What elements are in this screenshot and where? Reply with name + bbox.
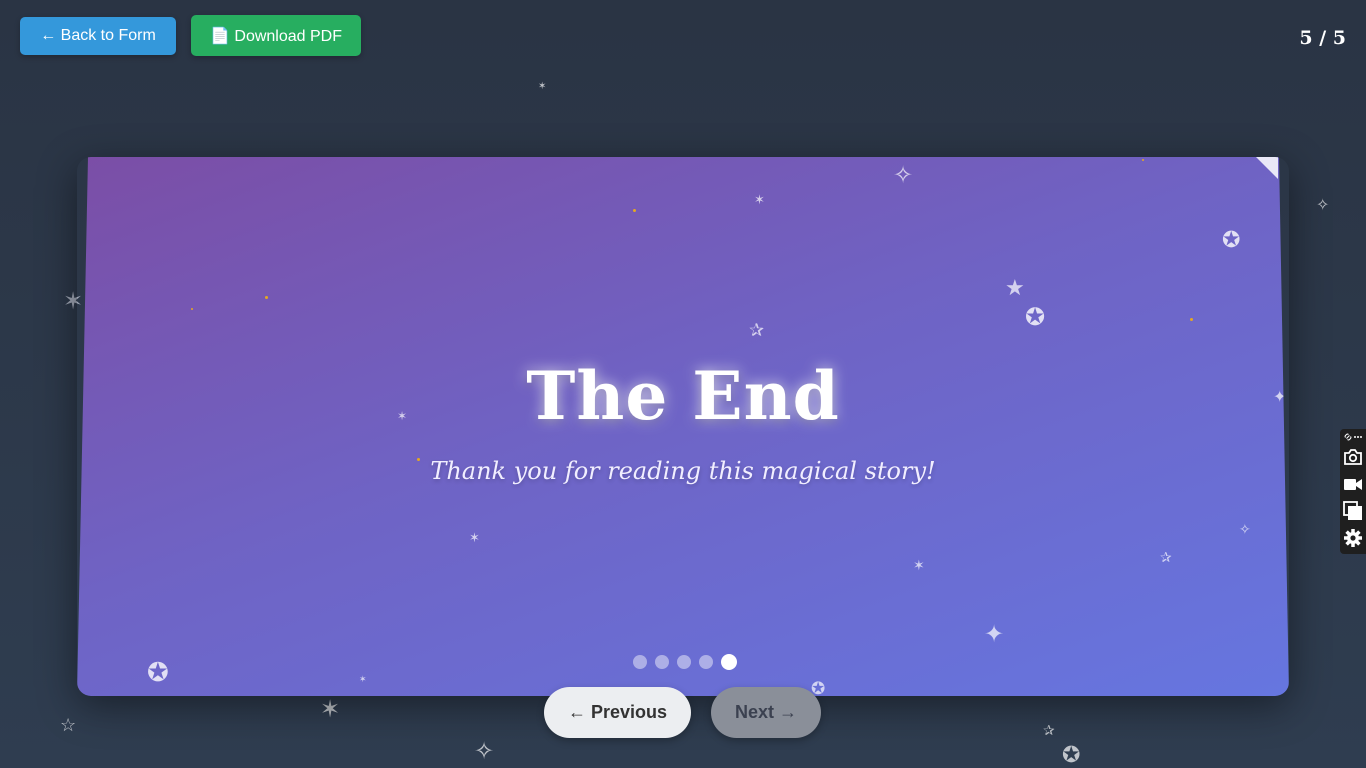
- star-decoration: ✰: [1160, 549, 1172, 565]
- pagination-dot-5[interactable]: [721, 654, 737, 670]
- pagination-dot-1[interactable]: [633, 655, 647, 669]
- previous-button[interactable]: ← Previous: [544, 687, 691, 738]
- back-to-form-button[interactable]: ← Back to Form: [20, 17, 176, 55]
- slide-pagination-dots: [633, 654, 737, 670]
- glow-mote: [265, 296, 268, 299]
- star-decoration: ✧: [1316, 197, 1330, 214]
- next-button[interactable]: Next →: [711, 687, 821, 738]
- slide-subtitle: Thank you for reading this magical story…: [430, 457, 936, 485]
- star-decoration: ✪: [1222, 227, 1241, 252]
- star-decoration: ✪: [1062, 742, 1081, 767]
- star-decoration: ✶: [320, 696, 341, 723]
- star-decoration: ✶: [913, 557, 925, 573]
- glow-mote: [1190, 318, 1193, 321]
- star-decoration: ✶: [63, 288, 84, 315]
- story-slide: ✧ ✶ ✪ ★ ✪ ✰ ✶ ✶ ✶ ✰ ✧ ✦ ✦ ✪ ✶ ✪ The End …: [77, 157, 1289, 696]
- star-decoration: ✦: [984, 621, 1005, 648]
- pagination-dot-4[interactable]: [699, 655, 713, 669]
- link-icon[interactable]: [1343, 432, 1353, 442]
- pagination-dot-3[interactable]: [677, 655, 691, 669]
- star-decoration: ✰: [749, 320, 765, 340]
- more-icon[interactable]: [1353, 432, 1363, 442]
- slide-title: The End: [526, 357, 840, 435]
- star-decoration: ☆: [60, 715, 77, 735]
- star-decoration: ✰: [1043, 722, 1055, 738]
- star-decoration: ✧: [893, 162, 914, 189]
- page-counter: 5 / 5: [1299, 27, 1346, 49]
- pagination-dot-2[interactable]: [655, 655, 669, 669]
- download-pdf-button[interactable]: 📄 Download PDF: [191, 15, 361, 56]
- gear-icon[interactable]: [1343, 528, 1363, 548]
- camera-icon[interactable]: [1343, 447, 1363, 467]
- glow-mote: [1142, 159, 1144, 161]
- glow-mote: [633, 209, 636, 212]
- copy-icon[interactable]: [1343, 501, 1363, 521]
- star-decoration: ✪: [1025, 304, 1046, 331]
- star-decoration: ✧: [474, 738, 495, 765]
- star-decoration: ✪: [147, 657, 169, 687]
- glow-mote: [191, 308, 193, 310]
- side-toolbar: [1340, 429, 1366, 554]
- video-icon[interactable]: [1343, 474, 1363, 494]
- star-decoration: ✶: [469, 530, 480, 545]
- star-decoration: ✧: [1239, 521, 1251, 537]
- star-decoration: ✶: [754, 192, 765, 207]
- page-corner-fold[interactable]: [1256, 157, 1278, 179]
- star-decoration: ✶: [538, 81, 547, 92]
- star-decoration: ★: [1005, 275, 1025, 300]
- star-decoration: ✶: [359, 674, 367, 684]
